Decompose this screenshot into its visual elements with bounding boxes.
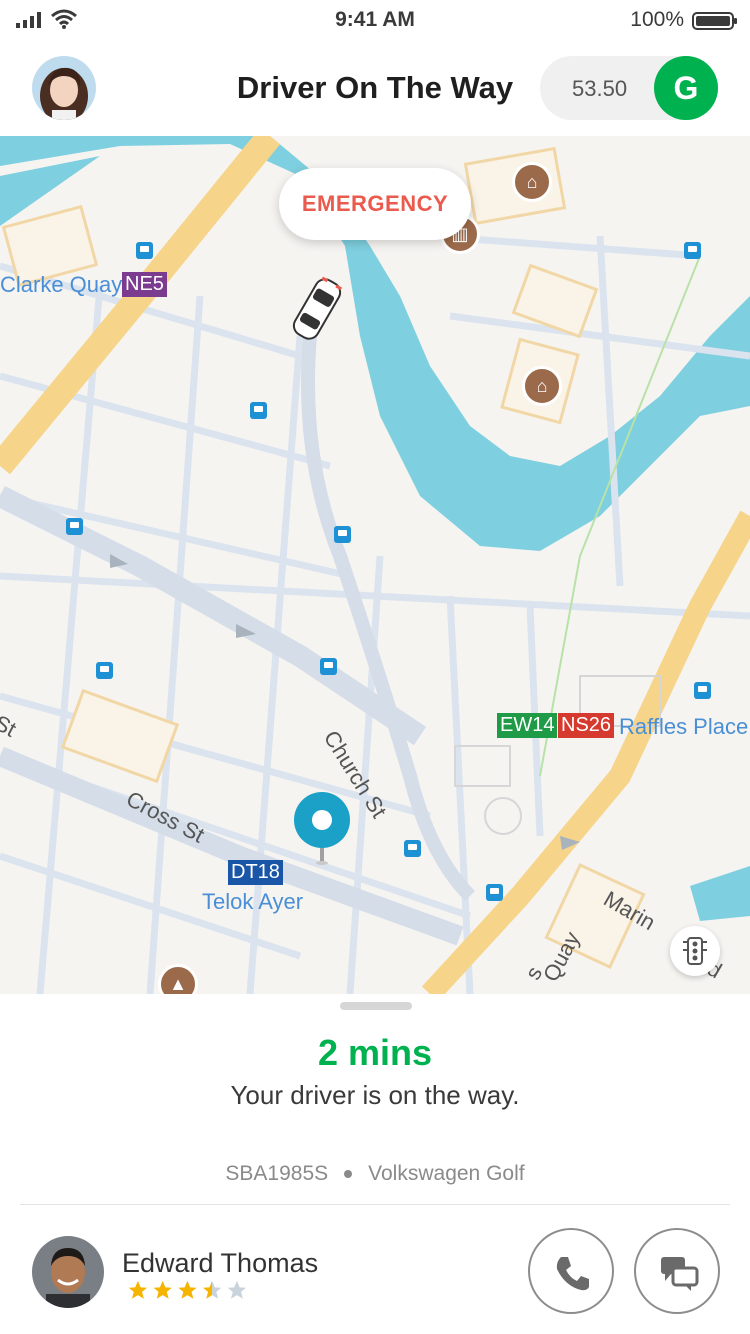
message-driver-button[interactable] <box>634 1228 720 1314</box>
museum-icon[interactable]: ⌂ <box>522 366 562 406</box>
status-bar: 9:41 AM 100% <box>0 0 750 42</box>
emergency-button[interactable]: EMERGENCY <box>279 168 471 240</box>
rating-star-icon <box>153 1280 172 1299</box>
map-view[interactable]: ⌂ ▥ ⌂ ▲ Clarke Quay NE5 EW14 NS26 Raffle… <box>0 136 750 994</box>
bus-stop-icon[interactable] <box>404 840 421 857</box>
place-label-clarke-quay: Clarke Quay <box>0 272 123 297</box>
sheet-drag-handle[interactable] <box>340 1002 412 1010</box>
map-canvas <box>0 136 750 994</box>
battery-icon <box>692 12 737 30</box>
bus-stop-icon[interactable] <box>694 682 711 699</box>
call-driver-button[interactable] <box>528 1228 614 1314</box>
phone-icon <box>556 1257 589 1291</box>
place-label-raffles-place: Raffles Place <box>619 714 749 739</box>
driver-name: Edward Thomas <box>122 1248 319 1278</box>
divider <box>20 1204 730 1205</box>
place-label-telok-ayer: Telok Ayer <box>202 889 304 914</box>
license-plate: SBA1985S <box>225 1162 329 1185</box>
rating-star-icon <box>203 1280 222 1299</box>
trip-info-sheet: 2 mins Your driver is on the way. SBA198… <box>0 994 750 1334</box>
museum-icon[interactable]: ⌂ <box>512 162 552 202</box>
rating-star-icon <box>128 1280 148 1299</box>
mrt-badge-ns26: NS26 <box>558 713 615 738</box>
traffic-toggle-button[interactable] <box>670 926 720 976</box>
mrt-badge-ne5: NE5 <box>122 272 167 297</box>
eta-time: 2 mins <box>317 1032 433 1073</box>
brand-logo-icon: G <box>654 56 718 120</box>
mrt-badge-ew14: EW14 <box>497 713 558 738</box>
chat-icon <box>661 1257 699 1291</box>
bus-stop-icon[interactable] <box>320 658 337 675</box>
pickup-location-pin-icon <box>294 792 350 865</box>
traffic-light-icon <box>683 937 707 965</box>
wallet-balance-button[interactable]: 53.50 G <box>540 56 718 120</box>
vehicle-model: Volkswagen Golf <box>368 1162 525 1185</box>
vehicle-info: SBA1985S Volkswagen Golf <box>0 1162 750 1186</box>
battery-percentage: 100% <box>630 8 684 31</box>
bus-stop-icon[interactable] <box>66 518 83 535</box>
bus-stop-icon[interactable] <box>684 242 701 259</box>
rating-star-icon <box>227 1280 247 1299</box>
bus-stop-icon[interactable] <box>136 242 153 259</box>
bus-stop-icon[interactable] <box>250 402 267 419</box>
rating-star-icon <box>178 1280 197 1299</box>
driver-avatar[interactable] <box>32 1236 104 1308</box>
driver-car-icon <box>292 276 343 340</box>
bus-stop-icon[interactable] <box>96 662 113 679</box>
mrt-badge-dt18: DT18 <box>228 860 283 885</box>
bus-stop-icon[interactable] <box>486 884 503 901</box>
driver-rating <box>128 1280 247 1299</box>
header: Driver On The Way 53.50 G <box>0 42 750 136</box>
separator-dot <box>344 1170 353 1179</box>
eta-message: Your driver is on the way. <box>230 1080 520 1110</box>
wallet-balance: 53.50 <box>572 76 628 101</box>
bus-stop-icon[interactable] <box>334 526 351 543</box>
